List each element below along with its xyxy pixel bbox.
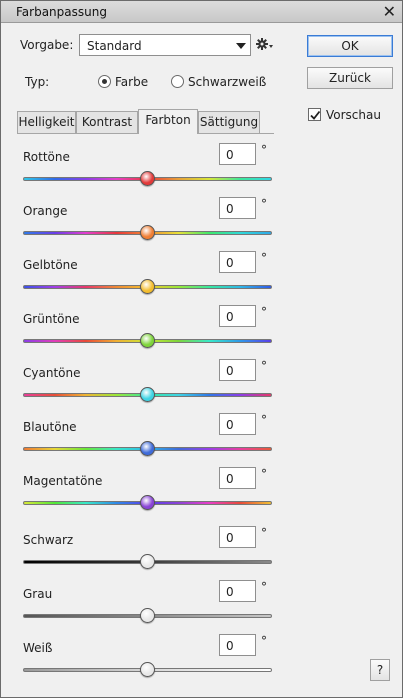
degree-unit: °: [261, 359, 267, 373]
radio-black-white[interactable]: [171, 75, 184, 88]
degree-unit: °: [261, 413, 267, 427]
preset-label: Vorgabe:: [20, 38, 74, 52]
slider-label: Gelbtöne: [23, 258, 78, 272]
color-adjustment-dialog: Farbanpassung ✕ Vorgabe: Standard Typ: F…: [0, 0, 403, 698]
value-field-weiss[interactable]: 0: [219, 634, 256, 656]
tab-brightness[interactable]: Helligkeit: [17, 111, 76, 133]
degree-unit: °: [261, 467, 267, 481]
slider-label: Blautöne: [23, 420, 77, 434]
title-bar: Farbanpassung ✕: [1, 1, 402, 23]
slider-label: Schwarz: [23, 533, 74, 547]
degree-unit: °: [261, 634, 267, 648]
slider-label: Cyantöne: [23, 366, 81, 380]
value-text: 0: [226, 148, 234, 162]
slider-label: Grau: [23, 587, 53, 601]
tab-contrast[interactable]: Kontrast: [76, 111, 138, 133]
value-text: 0: [226, 364, 234, 378]
preview-checkbox[interactable]: [308, 108, 321, 121]
degree-unit: °: [261, 251, 267, 265]
chevron-down-icon: [236, 43, 246, 49]
slider-thumb-grau[interactable]: [139, 608, 155, 623]
type-label: Typ:: [25, 75, 50, 89]
value-text: 0: [226, 585, 234, 599]
value-field-magentatoene[interactable]: 0: [219, 467, 256, 489]
help-button[interactable]: ?: [370, 659, 390, 681]
slider-label: Magentatöne: [23, 474, 103, 488]
value-field-gruentoene[interactable]: 0: [219, 305, 256, 327]
value-field-cyantoene[interactable]: 0: [219, 359, 256, 381]
preset-select[interactable]: Standard: [79, 34, 251, 56]
value-text: 0: [226, 639, 234, 653]
value-field-blautoene[interactable]: 0: [219, 413, 256, 435]
value-field-rottoene[interactable]: 0: [219, 143, 256, 165]
slider-thumb-gruentoene[interactable]: [139, 333, 155, 348]
value-field-schwarz[interactable]: 0: [219, 526, 256, 548]
slider-thumb-orange[interactable]: [139, 225, 155, 240]
close-icon[interactable]: ✕: [383, 2, 396, 21]
slider-label: Weiß: [23, 641, 53, 655]
ok-button[interactable]: OK: [307, 35, 393, 57]
slider-label: Orange: [23, 204, 68, 218]
value-text: 0: [226, 418, 234, 432]
value-text: 0: [226, 256, 234, 270]
value-text: 0: [226, 310, 234, 324]
slider-thumb-weiss[interactable]: [139, 662, 155, 677]
value-field-gelbtoene[interactable]: 0: [219, 251, 256, 273]
check-icon: [310, 110, 321, 120]
value-text: 0: [226, 531, 234, 545]
back-button[interactable]: Zurück: [307, 67, 393, 89]
value-field-grau[interactable]: 0: [219, 580, 256, 602]
tab-hue[interactable]: Farbton: [138, 109, 198, 134]
slider-thumb-rottoene[interactable]: [139, 171, 155, 186]
preview-label: Vorschau: [326, 108, 381, 122]
degree-unit: °: [261, 197, 267, 211]
slider-thumb-gelbtoene[interactable]: [139, 279, 155, 294]
slider-thumb-cyantoene[interactable]: [139, 387, 155, 402]
degree-unit: °: [261, 526, 267, 540]
slider-label: Rottöne: [23, 150, 70, 164]
slider-thumb-schwarz[interactable]: [139, 554, 155, 569]
window-title: Farbanpassung: [16, 5, 107, 19]
slider-label: Grüntöne: [23, 312, 80, 326]
value-text: 0: [226, 472, 234, 486]
value-text: 0: [226, 202, 234, 216]
degree-unit: °: [261, 143, 267, 157]
value-field-orange[interactable]: 0: [219, 197, 256, 219]
radio-black-white-label: Schwarzweiß: [188, 75, 267, 89]
tab-saturation[interactable]: Sättigung: [198, 111, 260, 133]
gear-icon[interactable]: [256, 37, 274, 51]
slider-thumb-magentatoene[interactable]: [139, 495, 155, 510]
radio-color-label: Farbe: [115, 75, 149, 89]
preset-value: Standard: [87, 39, 142, 53]
degree-unit: °: [261, 580, 267, 594]
radio-color[interactable]: [98, 75, 111, 88]
slider-thumb-blautoene[interactable]: [139, 441, 155, 456]
degree-unit: °: [261, 305, 267, 319]
